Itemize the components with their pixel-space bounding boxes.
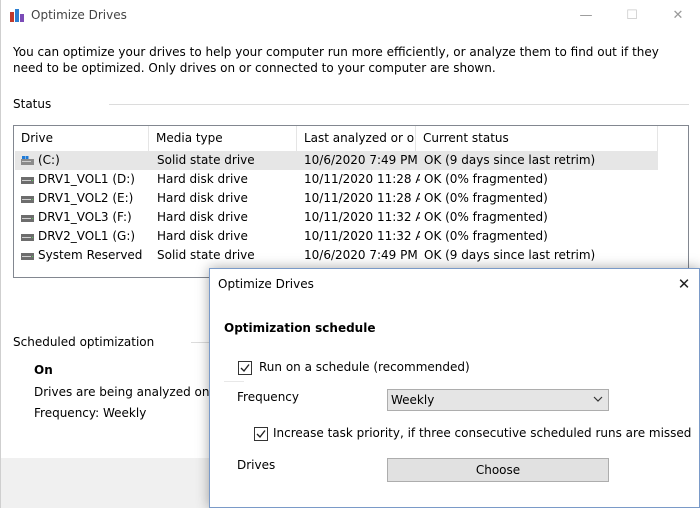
close-icon: ✕ [672,7,684,23]
choose-button[interactable]: Choose [387,458,609,482]
last-analyzed: 10/6/2020 7:49 PM [304,248,418,262]
drive-list[interactable]: Drive Media type Last analyzed or o... C… [13,125,689,278]
increase-priority-checkbox[interactable] [254,427,268,441]
dialog-heading: Optimization schedule [224,321,376,335]
checkmark-icon [256,430,266,439]
run-on-schedule-label[interactable]: Run on a schedule (recommended) [259,360,470,374]
schedule-frequency: Frequency: Weekly [34,406,147,420]
hard-drive-icon [21,253,34,260]
current-status: OK (0% fragmented) [424,191,548,205]
checkmark-icon [240,364,250,373]
minimize-icon: — [579,7,593,23]
increase-priority-label[interactable]: Increase task priority, if three consecu… [273,426,691,440]
drive-row[interactable]: DRV1_VOL2 (E:) Hard disk drive 10/11/2020 … [15,189,658,208]
scheduled-optimization-label: Scheduled optimization [13,335,155,349]
dialog-close-button[interactable]: ✕ [669,269,699,299]
hard-drive-icon [21,196,34,203]
status-label: Status [13,97,52,111]
close-button[interactable]: ✕ [655,0,700,30]
hard-drive-icon [21,215,34,222]
optimize-drives-app-icon [10,9,24,22]
last-analyzed: 10/11/2020 11:28 A... [304,191,420,205]
group-line [224,381,244,382]
chevron-down-icon [593,396,603,402]
drive-name: DRV1_VOL1 (D:) [38,172,135,186]
media-type: Hard disk drive [157,210,248,224]
drive-row[interactable]: DRV1_VOL3 (F:) Hard disk drive 10/11/2020 … [15,208,658,227]
schedule-state: On [34,363,53,377]
hard-drive-icon [21,177,34,184]
media-type: Hard disk drive [157,229,248,243]
current-status: OK (0% fragmented) [424,229,548,243]
close-icon: ✕ [677,275,691,293]
current-status: OK (0% fragmented) [424,172,548,186]
current-status: OK (9 days since last retrim) [424,248,596,262]
run-on-schedule-checkbox[interactable] [238,361,252,375]
status-divider [109,104,689,105]
column-header-drive[interactable]: Drive [14,126,149,151]
media-type: Hard disk drive [157,172,248,186]
drives-label: Drives [237,458,276,472]
frequency-label: Frequency [237,390,299,404]
current-status: OK (0% fragmented) [424,210,548,224]
drive-row[interactable]: DRV2_VOL1 (G:) Hard disk drive 10/11/2020 … [15,227,658,246]
drive-row[interactable]: (C:) Solid state drive 10/6/2020 7:49 PM OK… [15,151,658,170]
drive-row[interactable]: System Reserved Solid state drive 10/6/202… [15,246,658,265]
hard-drive-icon [21,234,34,241]
optimization-schedule-dialog: Optimize Drives ✕ Optimization schedule … [209,268,700,508]
media-type: Solid state drive [157,248,255,262]
dialog-title: Optimize Drives [218,277,314,291]
minimize-button[interactable]: — [563,0,609,30]
media-type: Solid state drive [157,153,255,167]
frequency-dropdown[interactable]: Weekly [387,389,609,411]
drive-name: (C:) [38,153,60,167]
frequency-value: Weekly [391,393,435,407]
maximize-button[interactable]: ☐ [609,0,655,30]
title-bar: Optimize Drives — ☐ ✕ [1,0,700,30]
column-header-last-analyzed[interactable]: Last analyzed or o... [297,126,416,151]
last-analyzed: 10/11/2020 11:32 A... [304,210,420,224]
last-analyzed: 10/11/2020 11:32 A... [304,229,420,243]
column-header-media-type[interactable]: Media type [149,126,297,151]
drive-name: DRV1_VOL2 (E:) [38,191,134,205]
current-status: OK (9 days since last retrim) [424,153,596,167]
maximize-icon: ☐ [626,7,638,23]
drive-name: DRV2_VOL1 (G:) [38,229,136,243]
window-title: Optimize Drives [31,8,127,22]
last-analyzed: 10/11/2020 11:28 A... [304,172,420,186]
scheduled-divider [191,342,211,343]
drive-row[interactable]: DRV1_VOL1 (D:) Hard disk drive 10/11/2020 … [15,170,658,189]
drive-name: System Reserved [38,248,143,262]
column-header-current-status[interactable]: Current status [416,126,658,151]
last-analyzed: 10/6/2020 7:49 PM [304,153,418,167]
media-type: Hard disk drive [157,191,248,205]
windows-drive-icon [21,156,34,165]
drive-name: DRV1_VOL3 (F:) [38,210,132,224]
intro-text: You can optimize your drives to help you… [13,45,659,75]
